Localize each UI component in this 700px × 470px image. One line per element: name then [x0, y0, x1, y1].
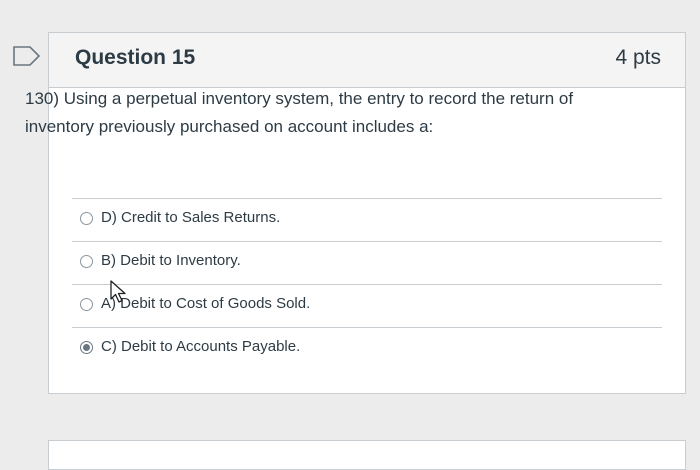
answer-label: C) Debit to Accounts Payable.: [101, 338, 301, 355]
radio-button[interactable]: [80, 212, 93, 225]
radio-button[interactable]: [80, 298, 93, 311]
question-text: 130) Using a perpetual inventory system,…: [25, 89, 574, 136]
answer-option-d[interactable]: D) Credit to Sales Returns.: [72, 198, 662, 241]
answer-option-b[interactable]: B) Debit to Inventory.: [72, 241, 662, 284]
answer-label: B) Debit to Inventory.: [101, 252, 241, 269]
answer-list: D) Credit to Sales Returns. B) Debit to …: [72, 198, 662, 370]
radio-button-selected[interactable]: [80, 341, 93, 354]
question-title: Question 15: [75, 46, 196, 69]
mouse-pointer-icon: [108, 279, 130, 305]
radio-button[interactable]: [80, 255, 93, 268]
answer-option-c[interactable]: C) Debit to Accounts Payable.: [72, 327, 662, 370]
answer-label: A) Debit to Cost of Goods Sold.: [101, 295, 311, 312]
question-header: Question 15 4 pts: [49, 33, 685, 88]
next-question-card: [48, 440, 686, 470]
question-points: 4 pts: [615, 46, 661, 69]
answer-option-a[interactable]: A) Debit to Cost of Goods Sold.: [72, 284, 662, 327]
answer-label: D) Credit to Sales Returns.: [101, 209, 281, 226]
flag-question-icon[interactable]: [12, 45, 42, 67]
